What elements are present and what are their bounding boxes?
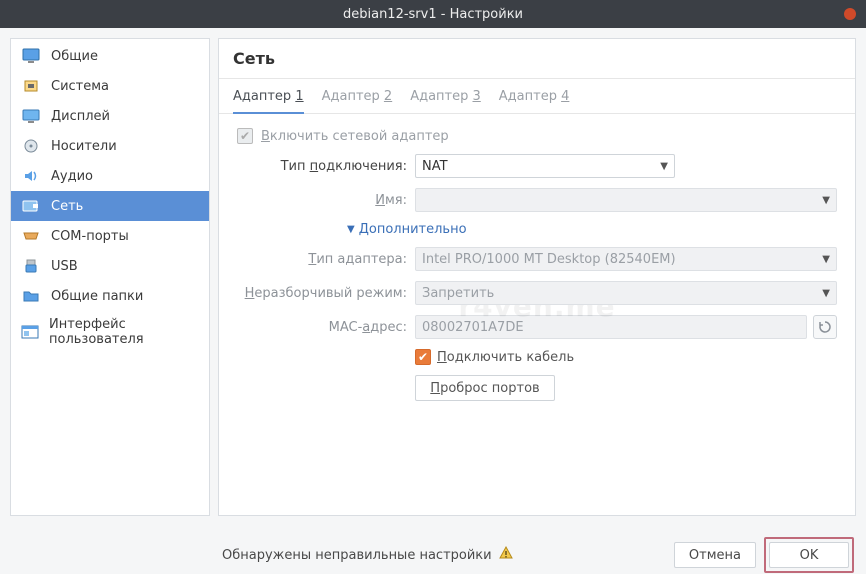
chevron-down-icon: ▼ (347, 224, 355, 235)
enable-adapter-label: Включить сетевой адаптер (261, 129, 449, 144)
ok-button[interactable]: OK (769, 542, 849, 568)
sidebar-item-label: Интерфейс пользователя (49, 317, 199, 347)
sidebar-item-system[interactable]: Система (11, 71, 209, 101)
sidebar-item-label: Система (51, 79, 109, 94)
tab-adapter-4[interactable]: Адаптер 4 (499, 89, 570, 113)
serial-port-icon (21, 227, 41, 245)
sidebar-item-userinterface[interactable]: Интерфейс пользователя (11, 311, 209, 353)
port-forwarding-button[interactable]: Проброс портов (415, 375, 555, 401)
sidebar-item-audio[interactable]: Аудио (11, 161, 209, 191)
sidebar-item-network[interactable]: Сеть (11, 191, 209, 221)
name-select: ▼ (415, 188, 837, 212)
window-title: debian12-srv1 - Настройки (343, 7, 523, 22)
sidebar-item-label: COM-порты (51, 229, 129, 244)
adapter-type-label: Тип адаптера: (237, 252, 407, 267)
display-icon (21, 107, 41, 125)
settings-sidebar: Общие Система Дисплей Носители Аудио (10, 38, 210, 516)
network-card-icon (21, 197, 41, 215)
monitor-icon (21, 47, 41, 65)
sidebar-item-label: Сеть (51, 199, 83, 214)
sidebar-item-usb[interactable]: USB (11, 251, 209, 281)
mac-label: MAC-адрес: (237, 320, 407, 335)
connection-type-label: Тип подключения: (237, 159, 407, 174)
sidebar-item-shared-folders[interactable]: Общие папки (11, 281, 209, 311)
tab-adapter-3[interactable]: Адаптер 3 (410, 89, 481, 113)
sidebar-item-label: Носители (51, 139, 117, 154)
cancel-button[interactable]: Отмена (674, 542, 756, 568)
disk-icon (21, 137, 41, 155)
sidebar-item-label: Дисплей (51, 109, 110, 124)
ok-highlight-box: OK (764, 537, 854, 573)
sidebar-item-label: Общие (51, 49, 98, 64)
refresh-icon (818, 320, 832, 334)
sidebar-item-label: Аудио (51, 169, 93, 184)
chip-icon (21, 77, 41, 95)
sidebar-item-label: Общие папки (51, 289, 143, 304)
warning-icon (498, 545, 514, 565)
sidebar-item-label: USB (51, 259, 78, 274)
close-icon[interactable] (844, 8, 856, 20)
adapter-type-select: Intel PRO/1000 MT Desktop (82540EM)▼ (415, 247, 837, 271)
footer-bar: Обнаружены неправильные настройки Отмена… (0, 536, 866, 574)
promiscuous-label: Неразборчивый режим: (237, 286, 407, 301)
tab-adapter-1[interactable]: Адаптер 1 (233, 89, 304, 114)
folder-icon (21, 287, 41, 305)
enable-adapter-checkbox[interactable]: ✔ (237, 128, 253, 144)
sidebar-item-storage[interactable]: Носители (11, 131, 209, 161)
promiscuous-select: Запретить▼ (415, 281, 837, 305)
tab-adapter-2[interactable]: Адаптер 2 (322, 89, 393, 113)
advanced-toggle[interactable]: ▼ Дополнительно (347, 222, 837, 237)
name-label: Имя: (237, 193, 407, 208)
warning-text: Обнаружены неправильные настройки (222, 548, 492, 563)
mac-refresh-button[interactable] (813, 315, 837, 339)
network-panel: Сеть Адаптер 1 Адаптер 2 Адаптер 3 Адапт… (218, 38, 856, 516)
window-layout-icon (21, 323, 39, 341)
usb-icon (21, 257, 41, 275)
panel-title: Сеть (219, 39, 855, 79)
adapter-tabs: Адаптер 1 Адаптер 2 Адаптер 3 Адаптер 4 (219, 79, 855, 114)
cable-connected-label: Подключить кабель (437, 350, 574, 365)
mac-address-input[interactable]: 08002701A7DE (415, 315, 807, 339)
connection-type-select[interactable]: NAT▼ (415, 154, 675, 178)
sidebar-item-serial[interactable]: COM-порты (11, 221, 209, 251)
cable-connected-checkbox[interactable]: ✔ (415, 349, 431, 365)
speaker-icon (21, 167, 41, 185)
titlebar: debian12-srv1 - Настройки (0, 0, 866, 28)
sidebar-item-general[interactable]: Общие (11, 41, 209, 71)
sidebar-item-display[interactable]: Дисплей (11, 101, 209, 131)
